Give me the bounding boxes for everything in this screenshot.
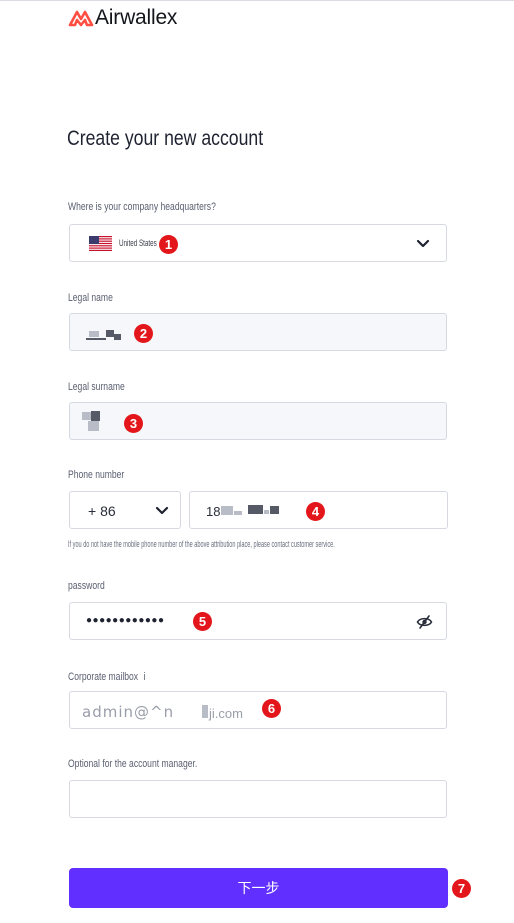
country-code-select[interactable]: + 86 <box>69 491 181 529</box>
info-icon[interactable]: i <box>144 671 146 683</box>
annotation-badge-1: 1 <box>159 235 178 254</box>
redacted-text <box>114 334 121 340</box>
next-step-button[interactable]: 下一步 <box>69 868 448 908</box>
annotation-badge-3: 3 <box>124 414 143 433</box>
legal-surname-label: Legal surname <box>68 381 125 393</box>
account-manager-label: Optional for the account manager. <box>68 758 198 770</box>
corporate-mailbox-input[interactable]: admin@^n ji.com <box>69 691 447 729</box>
redacted-text <box>221 506 233 515</box>
airwallex-logo: Airwallex <box>68 6 177 30</box>
legal-name-input[interactable] <box>69 313 447 351</box>
redacted-text <box>89 331 99 337</box>
page-title: Create your new account <box>67 127 264 150</box>
phone-hint: If you do not have the mobile phone numb… <box>68 539 335 549</box>
hq-value: United States <box>119 238 157 248</box>
annotation-badge-4: 4 <box>306 502 325 521</box>
annotation-badge-5: 5 <box>193 612 212 631</box>
annotation-badge-2: 2 <box>134 324 153 343</box>
hq-label: Where is your company headquarters? <box>68 201 216 213</box>
brand-name: Airwallex <box>95 6 178 29</box>
us-flag-icon <box>89 236 112 251</box>
top-divider <box>0 0 514 1</box>
redacted-text <box>234 511 242 515</box>
mailbox-label-text: Corporate mailbox <box>68 671 139 683</box>
mailbox-label: Corporate mailbox i <box>68 671 146 683</box>
redacted-text <box>106 330 114 337</box>
mailbox-value: admin@^n <box>82 703 175 721</box>
redacted-text <box>264 510 269 514</box>
redacted-text <box>86 338 106 340</box>
legal-name-label: Legal name <box>68 292 113 304</box>
eye-off-icon[interactable] <box>416 614 433 630</box>
password-label: password <box>68 580 105 592</box>
country-code-value: + 86 <box>88 503 116 519</box>
password-masked-value: ●●●●●●●●●●●● <box>86 615 165 626</box>
redacted-text <box>248 505 263 514</box>
redacted-text <box>270 506 279 514</box>
phone-number-value: 18 <box>206 504 221 519</box>
password-input[interactable]: ●●●●●●●●●●●● <box>69 602 447 640</box>
annotation-badge-6: 6 <box>262 699 281 718</box>
redacted-text <box>202 705 208 718</box>
account-manager-input[interactable] <box>69 780 447 818</box>
redacted-text <box>91 411 100 421</box>
annotation-badge-7: 7 <box>452 879 471 898</box>
hq-select[interactable]: United States <box>69 224 447 262</box>
mailbox-value-tail: ji.com <box>209 706 243 721</box>
phone-label: Phone number <box>68 469 125 481</box>
chevron-down-icon <box>416 239 430 248</box>
redacted-text <box>88 421 99 431</box>
chevron-down-icon <box>155 506 169 515</box>
airwallex-mark-icon <box>68 10 94 27</box>
